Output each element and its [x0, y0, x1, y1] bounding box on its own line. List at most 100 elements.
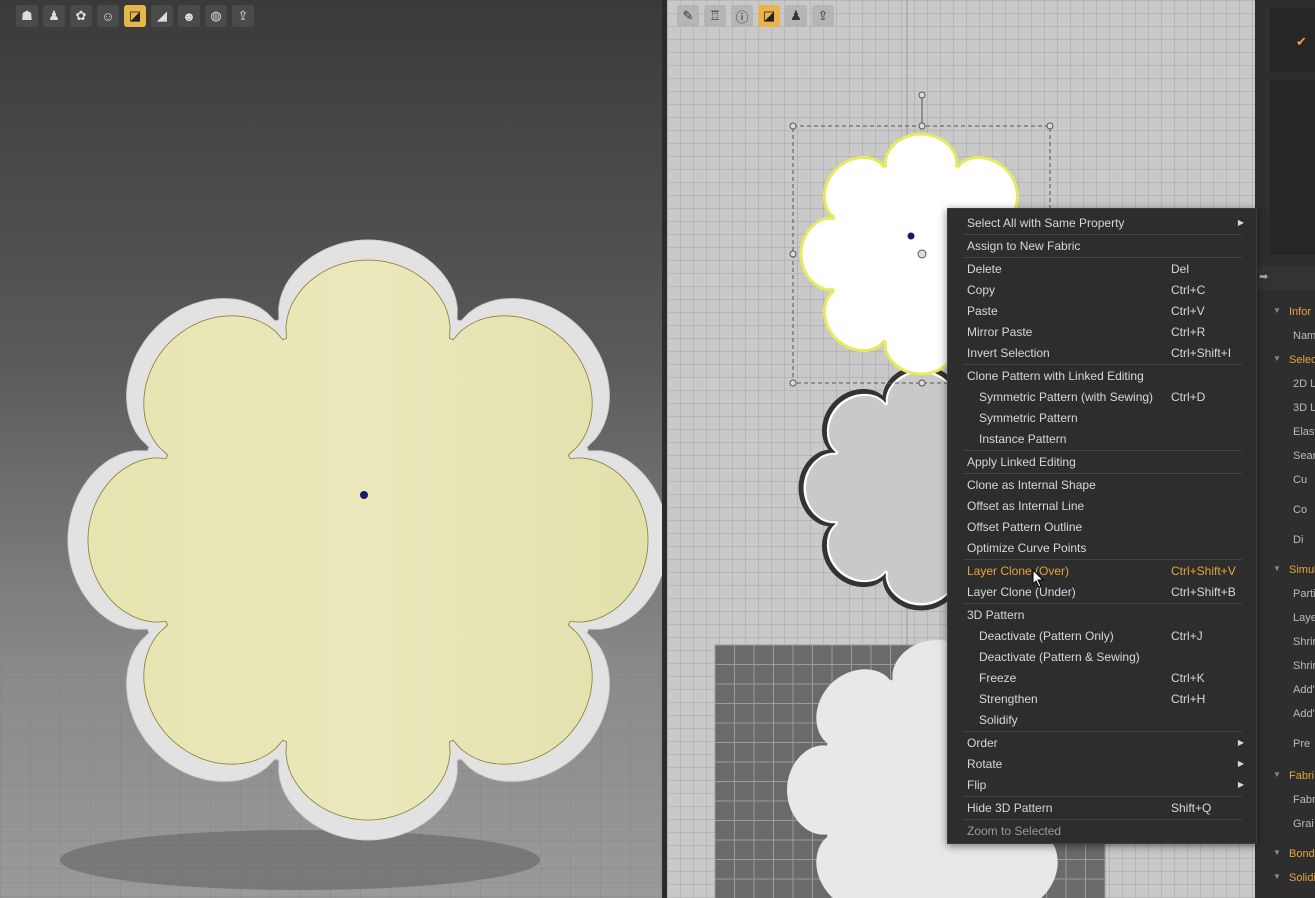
- menu-item-label: Clone as Internal Shape: [967, 477, 1096, 492]
- property-field-label[interactable]: Shrir: [1255, 656, 1315, 678]
- menu-item-label: Offset Pattern Outline: [967, 519, 1083, 534]
- menu-item[interactable]: Clone as Internal Shape: [948, 474, 1256, 495]
- menu-item[interactable]: Assign to New Fabric: [948, 235, 1256, 256]
- menu-item[interactable]: Zoom to Selected: [948, 820, 1256, 841]
- submenu-arrow-icon: ▶: [1237, 780, 1244, 789]
- property-field-label[interactable]: 2D L: [1255, 374, 1315, 396]
- property-field-label[interactable]: Cu: [1255, 470, 1315, 492]
- property-field-label[interactable]: Nam: [1255, 326, 1315, 348]
- property-section-header[interactable]: Bond ▼: [1255, 844, 1315, 866]
- 3d-viewport[interactable]: ☗ ♟ ✿ ☺ ◪ ◢ ☻ ◍ ⇪: [0, 0, 662, 898]
- menu-item[interactable]: Select All with Same Property ▶: [948, 212, 1256, 233]
- context-menu[interactable]: Select All with Same Property ▶ Assign to …: [947, 208, 1257, 844]
- property-section-header[interactable]: Fabri ▼: [1255, 766, 1315, 788]
- pin-point: [360, 491, 368, 499]
- property-field-label[interactable]: Add': [1255, 680, 1315, 702]
- menu-item-shortcut: Ctrl+C: [1171, 282, 1206, 297]
- submenu-arrow-icon: ▶: [1237, 738, 1244, 747]
- menu-item[interactable]: 3D Pattern: [948, 604, 1256, 625]
- collapse-triangle-icon[interactable]: ▼: [1273, 306, 1281, 315]
- menu-item[interactable]: Clone Pattern with Linked Editing: [948, 365, 1256, 386]
- arrow-right-icon[interactable]: ➡: [1259, 270, 1268, 283]
- menu-item[interactable]: Offset as Internal Line: [948, 495, 1256, 516]
- menu-item[interactable]: Copy Ctrl+C: [948, 279, 1256, 300]
- profile-icon[interactable]: ☻: [178, 5, 200, 27]
- garment-icon[interactable]: ♟: [785, 5, 807, 27]
- collapse-triangle-icon[interactable]: ▼: [1273, 770, 1281, 779]
- menu-item-shortcut: Shift+Q: [1171, 800, 1212, 815]
- fabric-icon[interactable]: ✿: [70, 5, 92, 27]
- garment-icon[interactable]: ♟: [43, 5, 65, 27]
- menu-item[interactable]: Paste Ctrl+V: [948, 300, 1256, 321]
- property-field-label[interactable]: Pre: [1255, 734, 1315, 756]
- shadow: [60, 830, 540, 890]
- property-field-label[interactable]: 3D L: [1255, 398, 1315, 420]
- menu-item[interactable]: Freeze Ctrl+K: [948, 667, 1256, 688]
- menu-item[interactable]: Solidify: [948, 709, 1256, 730]
- menu-item[interactable]: Offset Pattern Outline: [948, 516, 1256, 537]
- collapse-triangle-icon[interactable]: ▼: [1273, 872, 1281, 881]
- collapse-triangle-icon[interactable]: ▼: [1273, 564, 1281, 573]
- property-section-header[interactable]: Infor ▼: [1255, 302, 1315, 324]
- menu-item[interactable]: Rotate ▶: [948, 753, 1256, 774]
- menu-item[interactable]: Mirror Paste Ctrl+R: [948, 321, 1256, 342]
- menu-item[interactable]: Delete Del: [948, 258, 1256, 279]
- rotate-handle[interactable]: [918, 91, 926, 99]
- texture-icon[interactable]: ◢: [151, 5, 173, 27]
- pen-icon[interactable]: ✎: [677, 5, 699, 27]
- info-icon[interactable]: ⓘ: [731, 5, 753, 27]
- menu-item[interactable]: Flip ▶: [948, 774, 1256, 795]
- property-field-label[interactable]: Shrir: [1255, 632, 1315, 654]
- menu-item-label: Mirror Paste: [967, 324, 1033, 339]
- menu-item-label: Assign to New Fabric: [967, 238, 1081, 253]
- menu-item-label: Delete: [967, 261, 1002, 276]
- menu-item[interactable]: Deactivate (Pattern & Sewing): [948, 646, 1256, 667]
- property-section-header[interactable]: Selec ▼: [1255, 350, 1315, 372]
- menu-item[interactable]: Layer Clone (Under) Ctrl+Shift+B: [948, 581, 1256, 602]
- menu-item-label: Copy: [967, 282, 996, 297]
- collapse-triangle-icon[interactable]: ▼: [1273, 354, 1281, 363]
- menu-item[interactable]: Symmetric Pattern: [948, 407, 1256, 428]
- property-section-header[interactable]: Solidif ▼: [1255, 868, 1315, 890]
- property-field-label[interactable]: Laye: [1255, 608, 1315, 630]
- menu-item[interactable]: Invert Selection Ctrl+Shift+I: [948, 342, 1256, 363]
- person-icon[interactable]: ☺: [97, 5, 119, 27]
- submenu-arrow-icon: ▶: [1237, 218, 1244, 227]
- property-text: Fabri: [1293, 794, 1315, 806]
- globe-icon[interactable]: ◍: [205, 5, 227, 27]
- property-field-label[interactable]: Elast: [1255, 422, 1315, 444]
- property-field-label[interactable]: Add': [1255, 704, 1315, 726]
- pin-point-2d: [907, 232, 915, 240]
- property-field-label[interactable]: Di: [1255, 530, 1315, 552]
- property-field-label[interactable]: Sear: [1255, 446, 1315, 468]
- property-field-label[interactable]: Grai: [1255, 814, 1315, 836]
- property-field-label[interactable]: Co: [1255, 500, 1315, 522]
- property-field-label[interactable]: Parti: [1255, 584, 1315, 606]
- pattern-icon[interactable]: ◪: [758, 5, 780, 27]
- property-text: Elast: [1293, 426, 1315, 438]
- menu-item[interactable]: Apply Linked Editing: [948, 451, 1256, 472]
- menu-item-label: Flip: [967, 777, 987, 792]
- menu-item[interactable]: Deactivate (Pattern Only) Ctrl+J: [948, 625, 1256, 646]
- property-section-header[interactable]: Simul ▼: [1255, 560, 1315, 582]
- shirt-icon[interactable]: ♖: [704, 5, 726, 27]
- fabric-flower-3d[interactable]: [67, 239, 662, 841]
- menu-item[interactable]: Layer Clone (Over) Ctrl+Shift+V: [948, 560, 1256, 581]
- property-text: Shrir: [1293, 636, 1315, 648]
- menu-item-shortcut: Ctrl+Shift+I: [1171, 345, 1232, 360]
- property-field-label[interactable]: Fabri: [1255, 790, 1315, 812]
- menu-item-label: Clone Pattern with Linked Editing: [967, 368, 1144, 383]
- menu-item[interactable]: Instance Pattern: [948, 428, 1256, 449]
- menu-item[interactable]: Symmetric Pattern (with Sewing) Ctrl+D: [948, 386, 1256, 407]
- collapse-triangle-icon[interactable]: ▼: [1273, 848, 1281, 857]
- menu-item[interactable]: Optimize Curve Points: [948, 537, 1256, 558]
- menu-item-shortcut: Ctrl+H: [1171, 691, 1206, 706]
- export-icon[interactable]: ⇪: [812, 5, 834, 27]
- menu-item[interactable]: Order ▶: [948, 732, 1256, 753]
- menu-item[interactable]: Hide 3D Pattern Shift+Q: [948, 797, 1256, 818]
- menu-item-label: Symmetric Pattern (with Sewing): [979, 389, 1154, 404]
- avatar-icon[interactable]: ☗: [16, 5, 38, 27]
- menu-item[interactable]: Strengthen Ctrl+H: [948, 688, 1256, 709]
- pattern-icon[interactable]: ◪: [124, 5, 146, 27]
- export-icon[interactable]: ⇪: [232, 5, 254, 27]
